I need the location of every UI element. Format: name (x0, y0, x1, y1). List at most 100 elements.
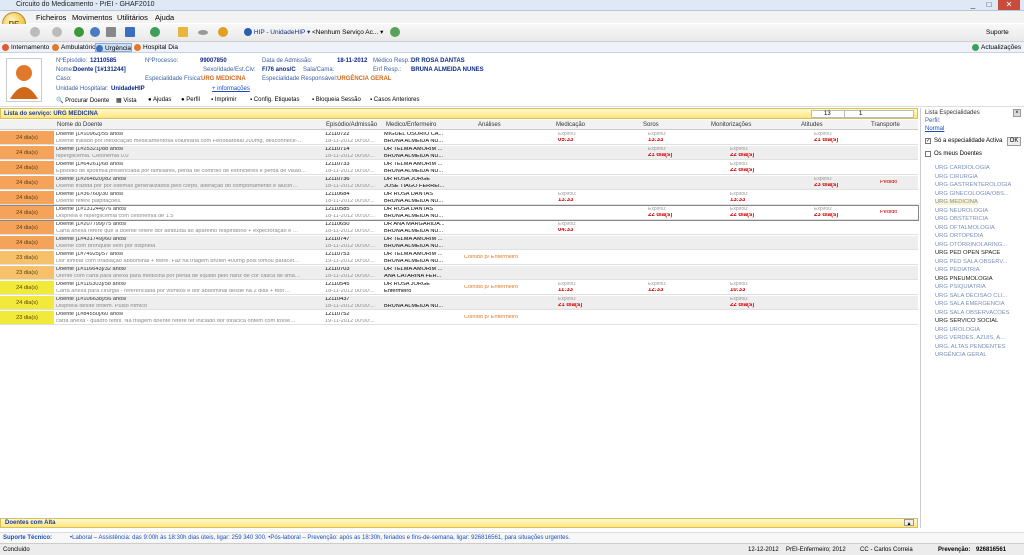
previous-cases-button[interactable]: ▪ Casos Anteriores (370, 97, 420, 103)
print-icon[interactable] (106, 27, 116, 39)
tab-internamento[interactable]: Internamento (2, 43, 49, 52)
name-value: Doente [1#131244] (73, 67, 126, 73)
maximize-button[interactable]: □ (982, 0, 996, 10)
menu-ajuda[interactable]: Ajuda (155, 13, 174, 22)
lock-session-button[interactable]: ▪ Bloqueia Sessão (312, 97, 361, 103)
tab-hospital-dia[interactable]: Hospital Dia (134, 43, 178, 52)
col-medico[interactable]: Medico/Enfermeiro (386, 122, 436, 128)
admission-date: 19-11-2012 00:00:... (325, 258, 375, 264)
col-analises[interactable]: Análises (478, 122, 501, 128)
specialty-item[interactable]: URG. ALTAS PENDENTES (935, 344, 1005, 350)
servico-select[interactable]: <Nenhum Serviço Ac... ▾ (312, 27, 383, 39)
back-icon[interactable] (30, 27, 40, 39)
pill-icon[interactable] (198, 27, 208, 39)
users-icon[interactable] (90, 27, 100, 39)
col-medicacao[interactable]: Medicação (556, 122, 585, 128)
specialty-item[interactable]: URG OBSTETRICIA (935, 216, 988, 222)
specialty-item[interactable]: URGÊNCIA GERAL (935, 352, 987, 358)
ok-button[interactable]: OK (1007, 137, 1021, 146)
doctor-name: DR ROSA DANTAS (384, 192, 434, 197)
specialty-item[interactable]: URG PSIQUIATRIA (935, 284, 986, 290)
grid-icon[interactable] (125, 27, 135, 39)
specialty-item[interactable]: URG SERVICO SOCIAL (935, 318, 998, 324)
table-row[interactable]: 24 dia(s) Doente [1#264820]/82 anos/Doent… (0, 176, 918, 190)
table-row[interactable]: 24 dia(s) Doente [1#131244]/76 anos/Dispn… (0, 205, 919, 221)
col-atitudes[interactable]: Atitudes (801, 122, 823, 128)
table-row[interactable]: 24 dia(s) Doente [1#207799]/75 anos/Carta… (0, 221, 918, 235)
col-nome[interactable]: Nome do Doente (57, 122, 102, 128)
status-date: 12-12-2012 (748, 547, 779, 553)
tools-icon[interactable] (218, 27, 228, 39)
table-row[interactable]: 23 dia(s) Doente [1#84550]/60 anos/carta … (0, 311, 918, 325)
minimize-button[interactable]: _ (966, 0, 980, 10)
specialty-item[interactable]: URG UROLOGIA (935, 327, 980, 333)
col-transporte[interactable]: Transporte (871, 122, 900, 128)
table-row[interactable]: 24 dia(s) Doente [1#431749]/60 anos/Doent… (0, 236, 918, 250)
col-monitorizacoes[interactable]: Monitorizações (711, 122, 751, 128)
specialty-item[interactable]: URG GASTRENTEROLOGIA (935, 182, 1011, 188)
specialty-item[interactable]: URG SALA OBSERVACOES (935, 310, 1010, 316)
table-row[interactable]: 23 dia(s) Doente [1#116643]/32 anos/Utent… (0, 266, 918, 280)
table-row[interactable]: 23 dia(s) Doente [1#74925]/57 anos/Dor lo… (0, 251, 918, 265)
menu-utilitarios[interactable]: Utilitários (117, 13, 148, 22)
close-button[interactable]: ✕ (998, 0, 1020, 10)
expired-time: 13:33 (648, 138, 664, 143)
specialty-item[interactable]: URG ORTOPEDIA (935, 233, 983, 239)
specialty-item[interactable]: URG PED OPEN SPACE (935, 250, 1000, 256)
menu-ficheiros[interactable]: Ficheiros (36, 13, 66, 22)
menu-movimentos[interactable]: Movimentos (72, 13, 112, 22)
folder-icon[interactable] (178, 27, 188, 39)
refresh-icon[interactable] (74, 27, 84, 39)
table-row[interactable]: 24 dia(s) Doente [1#36760]/30 anos/Doente… (0, 191, 918, 205)
profile-button[interactable]: ● Perfil (181, 97, 200, 103)
panel-close-icon[interactable]: × (1013, 109, 1021, 117)
specialty-item[interactable]: URG PEDIATRIA (935, 267, 980, 273)
discharged-title[interactable]: Doentes com Alta (5, 520, 55, 526)
updates-button[interactable]: Actualizações (972, 43, 1021, 52)
action-label: Config. Etiquetas (253, 97, 300, 103)
tab-urgencia[interactable]: Urgência (95, 43, 133, 52)
hospital-select[interactable]: HIP - UnidadeHIP ▾ (244, 27, 310, 39)
specialty-item[interactable]: URG NEUROLOGIA (935, 208, 988, 214)
specialty-item[interactable]: URG SALA EMERGENCIA (935, 301, 1005, 307)
tab-ambulatorio[interactable]: Ambulatório (52, 43, 96, 52)
specialty-item[interactable]: URG VERDES, AZUIS, A... (935, 335, 1005, 341)
episode-number: 12110585 (325, 207, 350, 212)
specialty-item[interactable]: URG OFTALMOLOGIA (935, 225, 995, 231)
specialty-item[interactable]: URG PED SALA OBSERV... (935, 259, 1008, 265)
search-patient-button[interactable]: 🔍 Procurar Doente (56, 97, 109, 104)
doctor-label: Médico Resp.: (373, 58, 412, 64)
link-icon[interactable] (390, 27, 400, 39)
currency-icon[interactable] (150, 27, 160, 39)
table-row[interactable]: 24 dia(s) Doente [1#10962]/55 anos/Doente… (0, 131, 918, 145)
specialty-item[interactable]: URG MEDICINA (935, 199, 978, 205)
forward-icon[interactable] (52, 27, 62, 39)
expand-icon[interactable]: ▴ (904, 519, 914, 527)
support-button[interactable]: Suporte (986, 27, 1009, 39)
wait-time-badge: 24 dia(s) (0, 296, 54, 309)
specialty-item[interactable]: URG CIRURGIA (935, 174, 978, 180)
expired-time: 21 dia(s) (648, 153, 673, 158)
specialty-item[interactable]: URG PNEUMOLOGIA (935, 276, 993, 282)
labels-config-button[interactable]: ▪ Config. Etiquetas (250, 97, 300, 103)
specialty-item[interactable]: URG SALA DECISAO CLI... (935, 293, 1007, 299)
more-info-link[interactable]: + informações (212, 86, 250, 92)
table-row[interactable]: 24 dia(s) Doente [1#106638]/56 anos/Dispn… (0, 296, 918, 310)
profile-link[interactable]: Normal (925, 126, 944, 132)
specialty-item[interactable]: URG CARDIOLOGIA (935, 165, 990, 171)
specialty-item[interactable]: URG GINECOLOGIA/OBS... (935, 191, 1009, 197)
specialty-item[interactable]: URG OTORRINOLARING... (935, 242, 1007, 248)
table-row[interactable]: 24 dia(s) Doente [1#116303]/58 anos/Carta… (0, 281, 918, 295)
print-button[interactable]: ▪ Imprimir (211, 97, 236, 103)
table-row[interactable]: 24 dia(s) Doente [1#25321]/88 anos/hiperg… (0, 146, 918, 160)
col-soros[interactable]: Soros (643, 122, 659, 128)
table-row[interactable]: 24 dia(s) Doente [1#64261]/68 anos/Episód… (0, 161, 918, 175)
my-patients-checkbox[interactable] (925, 151, 931, 157)
only-active-checkbox[interactable]: ✓ (925, 138, 931, 144)
nurse-name: ANA CATARINA FER... (384, 273, 442, 279)
help-button[interactable]: ● Ajudas (148, 97, 171, 103)
patient-description: Dispneia desde ontem. Pulso rítmico (56, 303, 148, 309)
view-button[interactable]: ▦ Vista (116, 97, 137, 104)
nurse-name: BRUNA ALMEIDA NU... (384, 198, 444, 204)
col-episodio[interactable]: Episódio/Admissão (326, 122, 377, 128)
